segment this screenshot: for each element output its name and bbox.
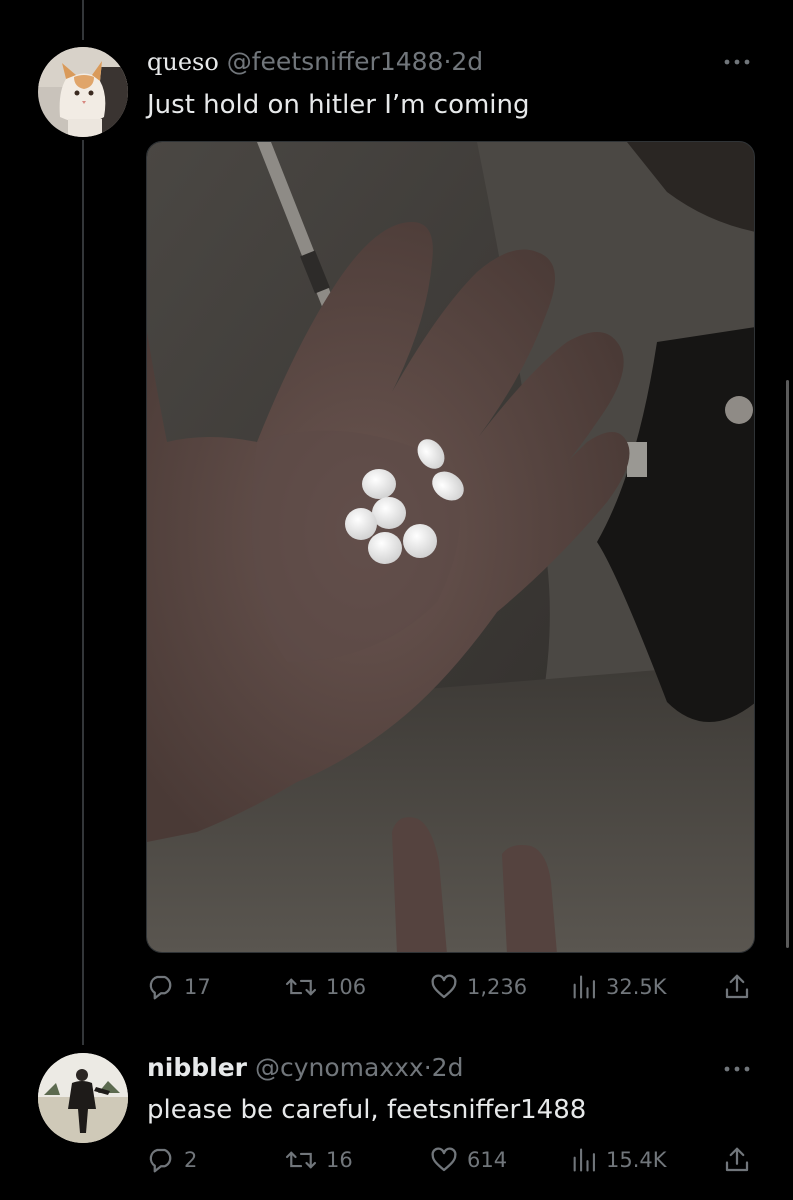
reply-like-count: 614	[467, 1148, 508, 1172]
more-icon[interactable]	[723, 57, 751, 67]
reply-reply-button[interactable]: 2	[146, 1145, 197, 1175]
reply-timestamp[interactable]: 2d	[432, 1053, 464, 1082]
reply-count: 17	[184, 975, 211, 999]
views-icon	[573, 1148, 595, 1172]
view-count: 32.5K	[606, 975, 667, 999]
photo-hand-with-pills-icon	[147, 142, 754, 952]
reply-more-icon[interactable]	[723, 1064, 751, 1074]
reply-button[interactable]: 17	[146, 972, 211, 1002]
person-walking-avatar-icon	[38, 1053, 128, 1143]
avatar[interactable]	[38, 47, 128, 137]
reply-views-button[interactable]: 15.4K	[570, 1145, 667, 1175]
reply-icon	[149, 975, 172, 1000]
like-button[interactable]: 1,236	[429, 972, 527, 1002]
share-icon	[725, 974, 749, 999]
reply-retweet-button[interactable]: 16	[284, 1145, 353, 1175]
thread-line-top	[82, 0, 84, 40]
display-name[interactable]: queso	[147, 48, 219, 76]
reply-user-handle[interactable]: @cynomaxxx	[255, 1053, 424, 1082]
reply-icon	[149, 1148, 172, 1173]
tweet-text: Just hold on hitler I’m coming	[147, 90, 530, 120]
reply-actions: 2 16 614 15.4K	[146, 1145, 756, 1181]
share-icon	[725, 1147, 749, 1172]
reply-view-count: 15.4K	[606, 1148, 667, 1172]
reply-avatar[interactable]	[38, 1053, 128, 1143]
timestamp[interactable]: 2d	[451, 47, 483, 76]
reply-retweet-count: 16	[326, 1148, 353, 1172]
retweet-count: 106	[326, 975, 367, 999]
share-button[interactable]	[722, 972, 752, 1002]
retweet-icon	[285, 1151, 317, 1169]
views-icon	[573, 975, 595, 999]
reply-like-button[interactable]: 614	[429, 1145, 507, 1175]
user-handle[interactable]: @feetsniffer1488	[227, 47, 444, 76]
reply-text: please be careful, feetsniffer1488	[147, 1095, 587, 1125]
retweet-icon	[285, 978, 317, 996]
heart-icon	[431, 974, 457, 999]
reply-separator-dot: ·	[423, 1053, 432, 1082]
views-button[interactable]: 32.5K	[570, 972, 667, 1002]
like-count: 1,236	[467, 975, 528, 999]
thread-line	[82, 140, 84, 1045]
reply-reply-count: 2	[184, 1148, 198, 1172]
tweet-media[interactable]	[146, 141, 755, 953]
reply-header: nibbler @cynomaxxx·2d	[147, 1053, 463, 1083]
cat-avatar-icon	[38, 47, 128, 137]
tweet-header: queso @feetsniffer1488·2d	[147, 47, 483, 77]
reply-display-name[interactable]: nibbler	[147, 1053, 247, 1082]
tweet-actions: 17 106 1,236 32.5K	[146, 972, 756, 1008]
reply-share-button[interactable]	[722, 1145, 752, 1175]
heart-icon	[431, 1147, 457, 1172]
retweet-button[interactable]: 106	[284, 972, 366, 1002]
scrollbar[interactable]	[786, 380, 789, 948]
